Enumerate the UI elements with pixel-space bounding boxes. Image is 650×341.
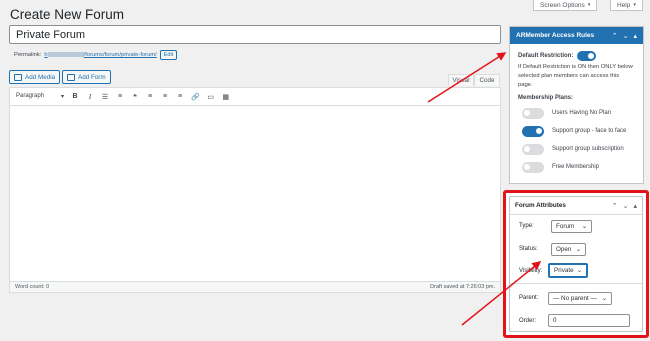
bullet-list-icon[interactable]: ☰ (101, 93, 109, 101)
tab-code[interactable]: Code (474, 74, 500, 86)
screen-options-button[interactable]: Screen Options ▾ (533, 0, 598, 11)
chevron-down-icon: ⌄ (601, 295, 607, 302)
italic-icon[interactable]: I (86, 93, 94, 101)
divider (510, 283, 642, 284)
chevron-down-icon: ⌄ (576, 267, 582, 274)
plan-toggle-users-no-plan[interactable] (522, 107, 544, 119)
post-title-input[interactable]: Private Forum (9, 25, 501, 44)
permalink-url[interactable]: h/forums/forum/private-forum/ (44, 51, 157, 58)
permalink-label: Permalink: (14, 52, 42, 58)
plan-row: Free Membership (518, 158, 635, 176)
plan-toggle-support-subscription[interactable] (522, 143, 544, 155)
plan-label: Support group subscription (552, 146, 624, 152)
draft-saved: Draft saved at 7:26:03 pm. (430, 284, 495, 290)
collapse-icon[interactable]: ▴ (633, 202, 637, 210)
add-media-button[interactable]: Add Media (9, 70, 61, 84)
access-rules-title: ARMember Access Rules (516, 32, 595, 39)
plan-row: Support group subscription (518, 140, 635, 158)
chevron-down-icon: ▾ (60, 94, 64, 100)
forum-attributes-header[interactable]: Forum Attributes ⌃ ⌄ ▴ (510, 197, 642, 215)
add-form-button[interactable]: Add Form (62, 70, 111, 84)
add-form-label: Add Form (78, 73, 106, 81)
plan-row: Users Having No Plan (518, 104, 635, 122)
forum-attributes-metabox: Forum Attributes ⌃ ⌄ ▴ Type: Forum ⌄ Stat… (509, 196, 643, 332)
move-up-icon[interactable]: ⌃ (612, 32, 618, 40)
default-restriction-help: If Default Restriction is ON then ONLY b… (518, 64, 633, 88)
permalink: Permalink: h/forums/forum/private-forum/… (14, 50, 178, 60)
bold-icon[interactable]: B (71, 93, 79, 100)
help-label: Help (617, 1, 631, 9)
align-center-icon[interactable]: ≡ (161, 93, 169, 100)
parent-label: Parent: (519, 295, 539, 301)
media-icon (14, 73, 22, 81)
access-rules-header[interactable]: ARMember Access Rules ⌃ ⌄ ▴ (510, 27, 643, 44)
forum-attributes-highlight: Forum Attributes ⌃ ⌄ ▴ Type: Forum ⌄ Stat… (503, 190, 649, 338)
plan-row: Support group - face to face (518, 122, 635, 140)
help-button[interactable]: Help ▾ (610, 0, 643, 11)
forum-attributes-title: Forum Attributes (515, 202, 566, 209)
move-down-icon[interactable]: ⌄ (623, 202, 629, 210)
blockquote-icon[interactable]: ❝ (131, 93, 139, 101)
status-label: Status: (519, 246, 538, 252)
plan-toggle-support-face-to-face[interactable] (522, 125, 544, 137)
move-up-icon[interactable]: ⌃ (612, 202, 618, 210)
chevron-down-icon: ▾ (633, 2, 636, 8)
page-title: Create New Forum (10, 7, 125, 22)
chevron-down-icon: ▾ (587, 2, 591, 8)
plan-label: Support group - face to face (552, 128, 627, 134)
type-label: Type: (519, 223, 534, 229)
move-down-icon[interactable]: ⌄ (623, 32, 629, 40)
form-icon (67, 73, 75, 81)
plan-label: Free Membership (552, 164, 600, 170)
redacted-domain (47, 51, 84, 57)
numbered-list-icon[interactable]: ≡ (116, 93, 124, 100)
chevron-down-icon: ⌄ (581, 223, 587, 230)
align-left-icon[interactable]: ≡ (146, 93, 154, 100)
type-select[interactable]: Forum ⌄ (551, 220, 592, 233)
screen-options-label: Screen Options (540, 1, 585, 9)
order-input[interactable]: 0 (548, 314, 630, 327)
format-select[interactable]: Paragraph ▾ (16, 93, 64, 100)
permalink-edit-button[interactable]: Edit (159, 50, 178, 60)
editor-toolbar: Paragraph ▾ B I ☰ ≡ ❝ ≡ ≡ ≡ 🔗 ▭ ▦ (10, 88, 500, 106)
plan-toggle-free-membership[interactable] (522, 161, 544, 173)
parent-select[interactable]: — No parent — ⌄ (548, 292, 612, 305)
link-icon[interactable]: 🔗 (191, 93, 200, 101)
align-right-icon[interactable]: ≡ (176, 93, 184, 100)
membership-plans-label: Membership Plans: (518, 95, 574, 101)
word-count: Word count: 0 (15, 284, 50, 290)
visibility-select[interactable]: Private ⌄ (548, 263, 588, 278)
plan-label: Users Having No Plan (552, 110, 612, 116)
editor-status-bar: Word count: 0 Draft saved at 7:26:03 pm. (10, 281, 500, 292)
default-restriction-label: Default Restriction: (518, 53, 574, 59)
add-media-label: Add Media (25, 73, 56, 81)
default-restriction-toggle[interactable] (577, 51, 597, 61)
visibility-label: Visibility: (519, 268, 543, 274)
read-more-icon[interactable]: ▭ (207, 93, 215, 101)
collapse-icon[interactable]: ▴ (633, 32, 637, 40)
order-label: Order: (519, 318, 537, 324)
toolbar-toggle-icon[interactable]: ▦ (222, 93, 230, 101)
tab-visual[interactable]: Visual (448, 74, 474, 86)
chevron-down-icon: ⌄ (575, 246, 581, 253)
content-editor[interactable]: Paragraph ▾ B I ☰ ≡ ❝ ≡ ≡ ≡ 🔗 ▭ ▦ Word co… (9, 87, 501, 293)
access-rules-metabox: ARMember Access Rules ⌃ ⌄ ▴ Default Rest… (509, 26, 644, 184)
status-select[interactable]: Open ⌄ (551, 243, 586, 256)
